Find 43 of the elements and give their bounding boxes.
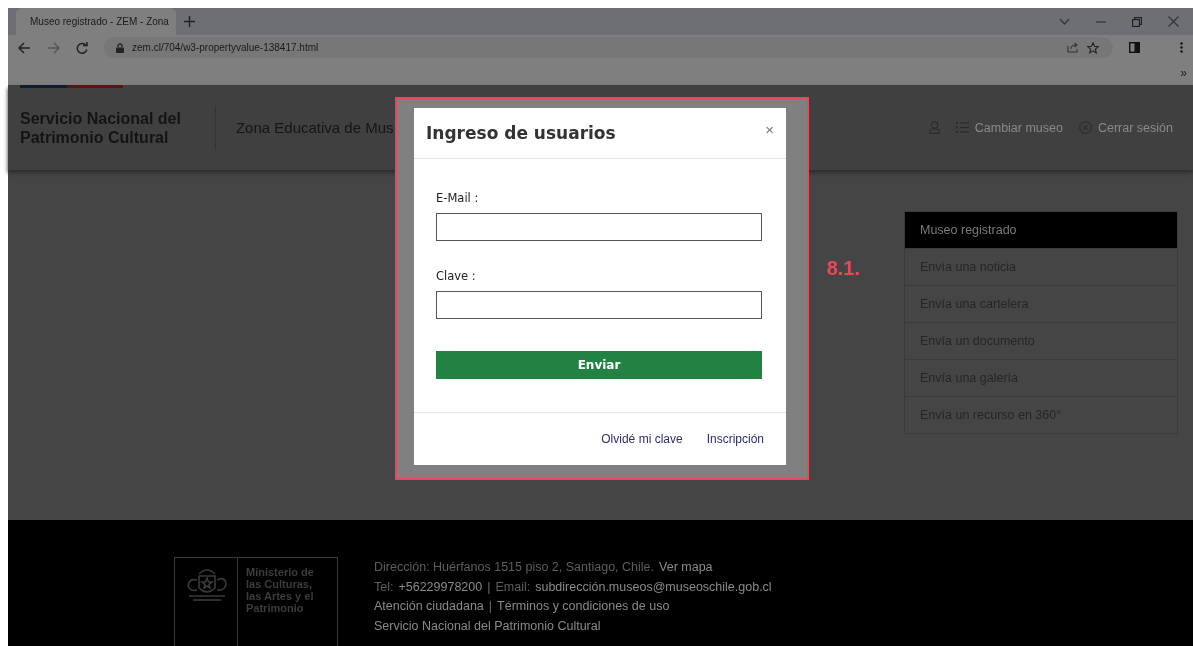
separator: | [487, 578, 491, 596]
dialog-link[interactable]: Olvidé mi clave [601, 432, 683, 446]
tab-title: Museo registrado - ZEM - Zona [30, 16, 169, 27]
logout-link[interactable]: Cerrar sesión [1097, 120, 1173, 135]
new-tab-icon[interactable] [184, 16, 195, 27]
footer-link[interactable]: Términos y condiciones de uso [497, 598, 670, 615]
forward-icon[interactable] [47, 41, 60, 54]
input-field[interactable] [436, 213, 762, 241]
address-field[interactable]: zem.cl/704/w3-propertyvalue-138417.html [104, 37, 1113, 58]
browser-tab[interactable]: Museo registrado - ZEM - Zona [16, 8, 176, 35]
more-menu-icon[interactable] [1180, 42, 1183, 53]
input-field[interactable] [436, 291, 762, 319]
footer-label: Email: [495, 578, 531, 596]
footer-link[interactable]: Ver mapa [659, 559, 713, 576]
close-icon[interactable] [1168, 16, 1179, 27]
footer-label: Dirección: Huérfanos 1515 piso 2, Santiago, Chile. [374, 559, 655, 576]
field-label: E-Mail : [436, 191, 480, 205]
dialog-link[interactable]: Inscripción [706, 432, 764, 446]
separator: | [488, 598, 493, 615]
field-label: Clave : [436, 269, 477, 283]
footer-text: Servicio Nacional del Patrimonio Cultural [374, 617, 601, 635]
ministry-name: Ministerio de las Culturas, las Artes y el Patrimonio [245, 565, 314, 614]
menu-item[interactable]: Museo registrado [905, 212, 1177, 248]
submit-button[interactable]: Enviar [436, 351, 762, 379]
reload-icon[interactable] [76, 41, 88, 54]
share-icon[interactable] [1067, 42, 1079, 53]
back-icon[interactable] [18, 41, 31, 54]
star-icon[interactable] [1087, 41, 1099, 54]
coat-of-arms-drawing [185, 566, 229, 602]
footer-link[interactable]: Atención ciudadana [374, 598, 484, 615]
close-button[interactable]: × [765, 120, 774, 138]
chevron-down-icon[interactable] [1059, 18, 1070, 25]
restore-icon[interactable] [1132, 16, 1142, 27]
bookmarks-overflow[interactable]: » [1180, 65, 1187, 80]
footer-label: Tel: [374, 578, 394, 596]
annotation-label: 8.1. [826, 257, 860, 280]
side-panel-icon[interactable] [1129, 42, 1140, 53]
minimize-icon[interactable] [1096, 20, 1106, 23]
change-museum-link[interactable]: Cambiar museo [974, 120, 1063, 135]
footer-link[interactable]: subdirección.museos@museoschile.gob.cl [535, 578, 772, 596]
dialog-title: Ingreso de usuarios [426, 123, 616, 143]
lock-icon [116, 42, 124, 53]
footer-link[interactable]: +56229978200 [398, 578, 483, 596]
